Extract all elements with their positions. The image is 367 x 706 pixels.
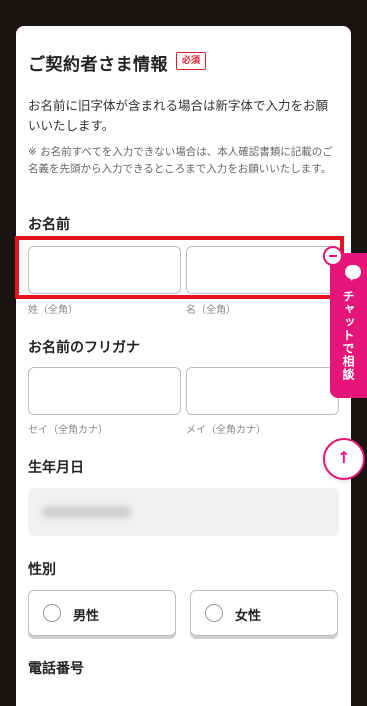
- blurred-birthdate-value: [42, 506, 132, 518]
- phone-label: 電話番号: [28, 661, 84, 677]
- radio-circle-icon: [43, 604, 61, 622]
- minimize-chat-icon[interactable]: [323, 246, 343, 266]
- first-name-kana-hint: メイ（全角カナ）: [186, 425, 266, 436]
- gender-female-option[interactable]: 女性: [190, 590, 338, 636]
- required-badge: 必須: [176, 52, 207, 70]
- gender-male-label: 男性: [73, 609, 100, 624]
- radio-circle-icon: [205, 604, 223, 622]
- contract-info-card: ご契約者さま情報 必須 お名前に旧字体が含まれる場合は新字体で入力をお願いいたし…: [16, 26, 351, 706]
- highlight-box: [15, 236, 344, 299]
- last-name-kana-hint: セイ（全角カナ）: [28, 425, 108, 436]
- last-name-kana-input[interactable]: [28, 367, 181, 415]
- section-description: お名前に旧字体が含まれる場合は新字体で入力をお願いいたします。: [28, 98, 329, 133]
- gender-label: 性別: [28, 562, 56, 578]
- name-label: お名前: [28, 217, 70, 233]
- section-note: ※ お名前すべてを入力できない場合は、本人確認書類に記載のご名義を先頭から入力で…: [28, 146, 333, 175]
- arrow-up-icon: ↑: [337, 448, 351, 467]
- gender-female-label: 女性: [235, 609, 262, 624]
- birthdate-label: 生年月日: [28, 460, 84, 476]
- birthdate-field[interactable]: [28, 488, 339, 536]
- chat-bubble-icon: [345, 265, 361, 281]
- first-name-hint: 名（全角）: [186, 305, 236, 316]
- top-bar: [0, 0, 367, 8]
- furigana-label: お名前のフリガナ: [28, 340, 140, 356]
- gender-male-option[interactable]: 男性: [28, 590, 176, 636]
- section-title: ご契約者さま情報: [28, 55, 168, 75]
- chat-consult-label: チャットで相談: [341, 290, 355, 381]
- last-name-hint: 姓（全角）: [28, 305, 78, 316]
- first-name-kana-input[interactable]: [186, 367, 339, 415]
- scroll-top-button[interactable]: ↑: [323, 438, 365, 480]
